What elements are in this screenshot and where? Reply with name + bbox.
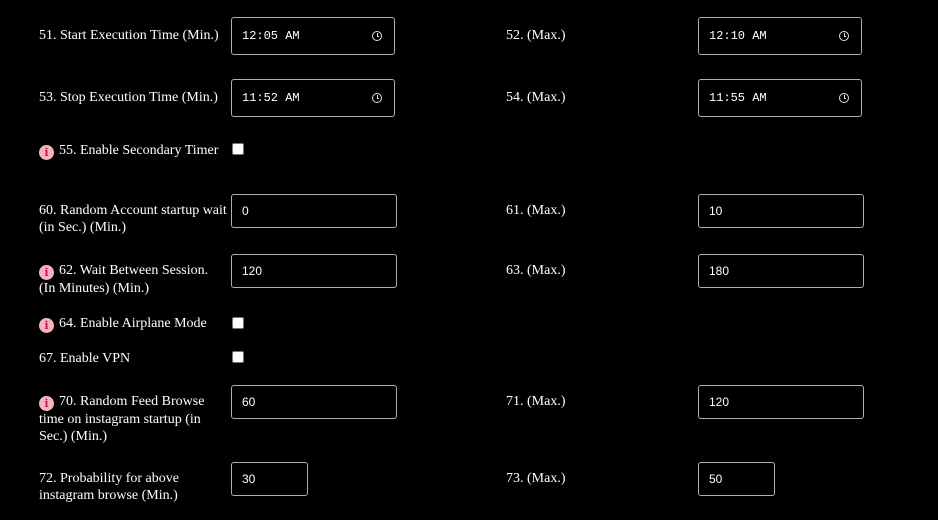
- stop-execution-label: 53. Stop Execution Time (Min.): [39, 90, 218, 105]
- session-wait-label: i 62. Wait Between Session. (In Minutes) …: [39, 262, 227, 297]
- stop-execution-min-value: 11:52 AM: [242, 91, 300, 105]
- feed-browse-min-input[interactable]: 60: [231, 385, 397, 419]
- account-wait-label: 60. Random Account startup wait (in Sec.…: [39, 203, 227, 235]
- clock-icon[interactable]: [372, 31, 382, 41]
- account-wait-max-input[interactable]: 10: [698, 194, 864, 228]
- feed-browse-text: 70. Random Feed Browse time on instagram…: [39, 394, 205, 444]
- stop-execution-min-input[interactable]: 11:52 AM: [231, 79, 395, 117]
- probability-min-value: 30: [242, 472, 256, 486]
- clock-icon[interactable]: [839, 31, 849, 41]
- airplane-mode-checkbox[interactable]: [232, 317, 244, 329]
- feed-browse-max-value: 120: [709, 395, 730, 409]
- account-wait-min-input[interactable]: 0: [231, 194, 397, 228]
- session-wait-max-value: 180: [709, 264, 730, 278]
- account-wait-max-label: 61. (Max.): [506, 203, 566, 218]
- info-icon[interactable]: i: [39, 145, 54, 160]
- probability-max-input[interactable]: 50: [698, 462, 775, 496]
- probability-max-label: 73. (Max.): [506, 471, 566, 486]
- vpn-label: 67. Enable VPN: [39, 351, 131, 366]
- account-wait-min-value: 0: [242, 204, 249, 218]
- probability-max-value: 50: [709, 472, 723, 486]
- airplane-mode-text: 64. Enable Airplane Mode: [59, 316, 207, 331]
- feed-browse-label: i 70. Random Feed Browse time on instagra…: [39, 393, 225, 445]
- start-execution-label: 51. Start Execution Time (Min.): [39, 28, 219, 43]
- session-wait-text: 62. Wait Between Session. (In Minutes) (…: [39, 263, 209, 296]
- info-icon[interactable]: i: [39, 396, 54, 411]
- clock-icon[interactable]: [372, 93, 382, 103]
- stop-execution-max-label: 54. (Max.): [506, 90, 566, 105]
- start-execution-min-value: 12:05 AM: [242, 29, 300, 43]
- session-wait-min-value: 120: [242, 264, 263, 278]
- feed-browse-max-input[interactable]: 120: [698, 385, 864, 419]
- stop-execution-max-value: 11:55 AM: [709, 91, 767, 105]
- start-execution-max-input[interactable]: 12:10 AM: [698, 17, 862, 55]
- vpn-checkbox[interactable]: [232, 351, 244, 363]
- probability-label: 72. Probability for above instagram brow…: [39, 471, 179, 503]
- airplane-mode-label: i 64. Enable Airplane Mode: [39, 315, 227, 333]
- account-wait-max-value: 10: [709, 204, 723, 218]
- secondary-timer-checkbox[interactable]: [232, 143, 244, 155]
- session-wait-min-input[interactable]: 120: [231, 254, 397, 288]
- secondary-timer-text: 55. Enable Secondary Timer: [59, 143, 219, 158]
- probability-min-input[interactable]: 30: [231, 462, 308, 496]
- feed-browse-min-value: 60: [242, 395, 256, 409]
- session-wait-max-input[interactable]: 180: [698, 254, 864, 288]
- info-icon[interactable]: i: [39, 318, 54, 333]
- start-execution-min-input[interactable]: 12:05 AM: [231, 17, 395, 55]
- stop-execution-max-input[interactable]: 11:55 AM: [698, 79, 862, 117]
- start-execution-max-label: 52. (Max.): [506, 28, 566, 43]
- clock-icon[interactable]: [839, 93, 849, 103]
- start-execution-max-value: 12:10 AM: [709, 29, 767, 43]
- info-icon[interactable]: i: [39, 265, 54, 280]
- feed-browse-max-label: 71. (Max.): [506, 394, 566, 409]
- session-wait-max-label: 63. (Max.): [506, 263, 566, 278]
- secondary-timer-label: i 55. Enable Secondary Timer: [39, 142, 219, 160]
